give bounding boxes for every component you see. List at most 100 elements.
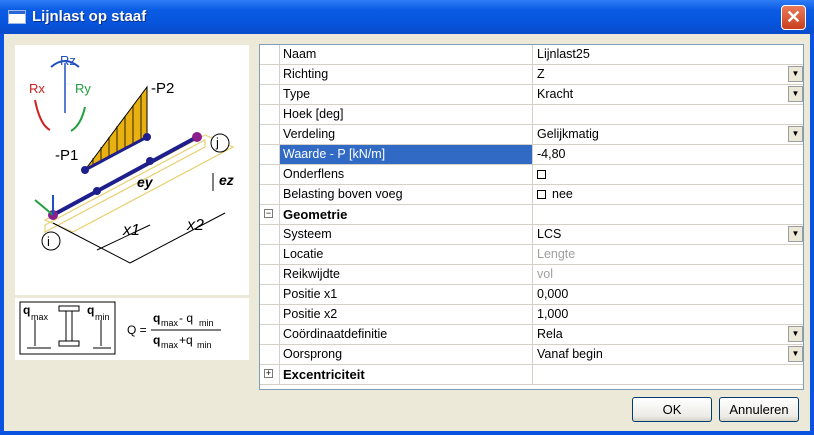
- dropdown-arrow-icon[interactable]: ▼: [788, 66, 803, 82]
- property-row[interactable]: Waarde - P [kN/m] -4,80: [260, 145, 803, 165]
- dropdown-arrow-icon[interactable]: ▼: [788, 126, 803, 142]
- row-gutter: [260, 225, 280, 244]
- dropdown-arrow-icon[interactable]: ▼: [788, 86, 803, 102]
- dropdown-arrow-icon[interactable]: ▼: [788, 326, 803, 342]
- row-gutter: [260, 185, 280, 204]
- property-value-text: Lengte: [537, 247, 576, 261]
- row-gutter: [260, 325, 280, 344]
- window-title: Lijnlast op staaf: [32, 8, 147, 25]
- property-value[interactable]: Rela ▼: [534, 325, 803, 344]
- property-value[interactable]: Lengte: [534, 245, 803, 264]
- row-gutter: [260, 45, 280, 64]
- property-value[interactable]: 1,000: [534, 305, 803, 324]
- row-gutter: [260, 125, 280, 144]
- property-value[interactable]: Vanaf begin ▼: [534, 345, 803, 364]
- property-row[interactable]: Naam Lijnlast25: [260, 45, 803, 65]
- distribution-formula: q max q min Q = q max - q min q max +q m…: [15, 298, 249, 360]
- property-category[interactable]: + Excentriciteit: [260, 365, 803, 385]
- property-row[interactable]: Reikwijdte vol: [260, 265, 803, 285]
- dropdown-arrow-icon[interactable]: ▼: [788, 226, 803, 242]
- property-row[interactable]: Systeem LCS ▼: [260, 225, 803, 245]
- svg-text:q: q: [23, 303, 30, 317]
- ry-arrow-icon: [70, 106, 86, 132]
- property-name: Naam: [280, 45, 533, 64]
- property-value-text: Rela: [537, 327, 563, 341]
- property-row[interactable]: Verdeling Gelijkmatig ▼: [260, 125, 803, 145]
- property-row[interactable]: Onderflens: [260, 165, 803, 185]
- x2-label: x2: [186, 217, 204, 234]
- row-gutter: [260, 65, 280, 84]
- load-point-2: [143, 133, 151, 141]
- property-row[interactable]: Richting Z ▼: [260, 65, 803, 85]
- checkbox[interactable]: [537, 190, 546, 200]
- property-name: Hoek [deg]: [280, 105, 533, 124]
- property-name: Excentriciteit: [280, 365, 533, 384]
- property-category[interactable]: − Geometrie: [260, 205, 803, 225]
- mid-point-2: [146, 157, 154, 165]
- property-value-text: 0,000: [537, 287, 569, 301]
- checkbox[interactable]: [537, 170, 546, 180]
- property-value[interactable]: 0,000: [534, 285, 803, 304]
- property-value[interactable]: LCS ▼: [534, 225, 803, 244]
- title-bar[interactable]: Lijnlast op staaf ✕: [0, 0, 814, 34]
- property-value[interactable]: [534, 205, 803, 224]
- node-i-label: i: [47, 234, 50, 249]
- property-name: Oorsprong: [280, 345, 533, 364]
- property-grid: Naam Lijnlast25 Richting Z ▼ Type Kracht ▼ Hoek …: [259, 44, 804, 390]
- node-j-label: j: [215, 135, 219, 150]
- property-value[interactable]: [534, 165, 803, 184]
- node-j-dot: [192, 132, 202, 142]
- p1-label: -P1: [55, 147, 78, 164]
- row-gutter: [260, 105, 280, 124]
- property-name: Verdeling: [280, 125, 533, 144]
- row-gutter: [260, 285, 280, 304]
- mid-point-1: [93, 187, 101, 195]
- property-row[interactable]: Type Kracht ▼: [260, 85, 803, 105]
- property-value[interactable]: -4,80: [534, 145, 803, 164]
- cancel-button[interactable]: Annuleren: [719, 397, 799, 422]
- property-row[interactable]: Positie x1 0,000: [260, 285, 803, 305]
- property-value[interactable]: nee: [534, 185, 803, 204]
- rz-label: Rz: [60, 53, 76, 68]
- x2-dimension: [129, 212, 226, 264]
- row-gutter: [260, 245, 280, 264]
- property-value-text: Kracht: [537, 87, 574, 101]
- property-name: Coördinaatdefinitie: [280, 325, 533, 344]
- expand-icon[interactable]: +: [264, 369, 273, 378]
- ok-button[interactable]: OK: [632, 397, 712, 422]
- property-row[interactable]: Belasting boven voeg nee: [260, 185, 803, 205]
- load-diagram: i j Rz Rx Ry -P1 -P2 ey ez x1 x2: [15, 45, 249, 295]
- svg-text:q: q: [87, 303, 94, 317]
- property-value-text: Gelijkmatig: [537, 127, 599, 141]
- property-value[interactable]: [534, 105, 803, 124]
- property-value[interactable]: Kracht ▼: [534, 85, 803, 104]
- property-row[interactable]: Positie x2 1,000: [260, 305, 803, 325]
- property-value[interactable]: [534, 365, 803, 384]
- property-name: Positie x1: [280, 285, 533, 304]
- row-gutter: [260, 145, 280, 164]
- ry-label: Ry: [75, 81, 91, 96]
- collapse-icon[interactable]: −: [264, 209, 273, 218]
- row-gutter: [260, 85, 280, 104]
- property-name: Richting: [280, 65, 533, 84]
- property-value-text: Vanaf begin: [537, 347, 603, 361]
- property-value[interactable]: Gelijkmatig ▼: [534, 125, 803, 144]
- property-row[interactable]: Hoek [deg]: [260, 105, 803, 125]
- property-value[interactable]: Lijnlast25: [534, 45, 803, 64]
- svg-text:q: q: [153, 333, 160, 347]
- property-name: Locatie: [280, 245, 533, 264]
- property-row[interactable]: Oorsprong Vanaf begin ▼: [260, 345, 803, 365]
- property-value[interactable]: vol: [534, 265, 803, 284]
- property-name: Positie x2: [280, 305, 533, 324]
- property-row[interactable]: Coördinaatdefinitie Rela ▼: [260, 325, 803, 345]
- row-gutter: [260, 305, 280, 324]
- svg-text:max: max: [161, 340, 179, 350]
- property-value[interactable]: Z ▼: [534, 65, 803, 84]
- property-value-text: Lijnlast25: [537, 47, 590, 61]
- close-button[interactable]: ✕: [781, 5, 806, 30]
- x1-label: x1: [122, 222, 140, 239]
- property-value-text: 1,000: [537, 307, 569, 321]
- dropdown-arrow-icon[interactable]: ▼: [788, 346, 803, 362]
- row-gutter: −: [260, 205, 280, 224]
- property-row[interactable]: Locatie Lengte: [260, 245, 803, 265]
